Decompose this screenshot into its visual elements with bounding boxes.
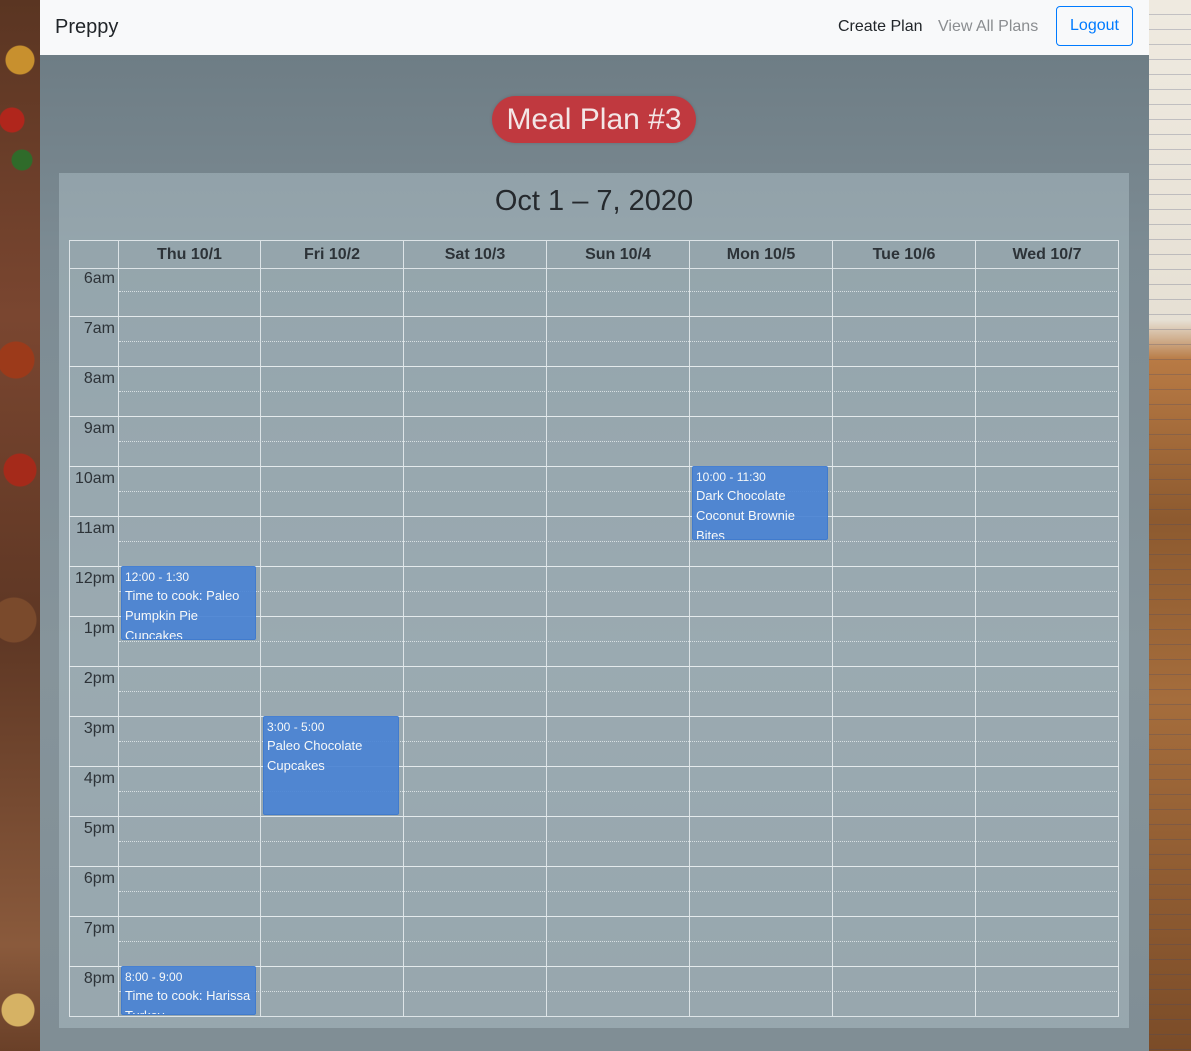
hour-line [69,366,1119,367]
half-hour-line [119,891,1119,892]
calendar-event[interactable]: 10:00 - 11:30 Dark Chocolate Coconut Bro… [692,466,828,540]
time-label-11am: 11am [76,520,115,537]
hour-line [69,866,1119,867]
calendar-range-title: Oct 1 – 7, 2020 [494,185,694,217]
calendar-event[interactable]: 8:00 - 9:00 Time to cook: Harissa Turkey [121,966,256,1015]
calendar-event[interactable]: 12:00 - 1:30 Time to cook: Paleo Pumpkin… [121,566,256,640]
day-header-sat: Sat 10/3 [404,240,547,269]
time-label-7pm: 7pm [83,920,115,937]
time-label-12pm: 12pm [74,570,115,587]
half-hour-line [119,541,1119,542]
nav-create-plan-link[interactable]: Create Plan [838,18,923,36]
brand-logo[interactable]: Preppy [55,16,118,39]
half-hour-line [119,391,1119,392]
half-hour-line [119,991,1119,992]
hour-line [69,516,1119,517]
column-divider [689,269,690,1017]
column-divider [260,269,261,1017]
logout-button[interactable]: Logout [1056,6,1133,46]
day-header-sun: Sun 10/4 [547,240,690,269]
day-header-wed: Wed 10/7 [976,240,1119,269]
time-label-6am: 6am [83,270,115,287]
event-title: Time to cook: Harissa Turkey [125,988,251,1014]
day-header-thu: Thu 10/1 [119,240,261,269]
hour-line [69,666,1119,667]
event-time: 10:00 - 11:30 [696,470,766,484]
event-time: 12:00 - 1:30 [125,570,190,584]
event-time: 8:00 - 9:00 [125,970,183,984]
half-hour-line [119,441,1119,442]
hour-line [69,416,1119,417]
time-label-10am: 10am [74,470,115,487]
half-hour-line [119,341,1119,342]
half-hour-line [119,491,1119,492]
background-food-left [0,0,40,1051]
hour-line [69,316,1119,317]
hour-line [69,466,1119,467]
half-hour-line [119,591,1119,592]
column-divider [975,269,976,1017]
column-divider [118,269,119,1017]
column-divider [546,269,547,1017]
hour-line [69,816,1119,817]
time-label-1pm: 1pm [83,620,115,637]
time-label-8pm: 8pm [83,970,115,987]
half-hour-line [119,941,1119,942]
event-time: 3:00 - 5:00 [267,720,325,734]
day-header-fri: Fri 10/2 [261,240,404,269]
time-label-6pm: 6pm [83,870,115,887]
event-title: Dark Chocolate Coconut Brownie Bites [696,488,795,540]
hour-line [69,716,1119,717]
hour-line [69,766,1119,767]
hour-line [69,916,1119,917]
day-header-tue: Tue 10/6 [833,240,976,269]
time-label-9am: 9am [83,420,115,437]
event-title: Time to cook: Paleo Pumpkin Pie Cupcakes [125,588,240,640]
navbar: Preppy Create Plan View All Plans Logout [40,0,1149,55]
background-notebook-right [1149,0,1191,1051]
nav-view-all-plans-link[interactable]: View All Plans [938,18,1038,36]
time-label-4pm: 4pm [83,770,115,787]
time-label-7am: 7am [83,320,115,337]
calendar-header-corner [69,240,119,269]
half-hour-line [119,291,1119,292]
calendar-event[interactable]: 3:00 - 5:00 Paleo Chocolate Cupcakes [263,716,399,815]
time-label-2pm: 2pm [83,670,115,687]
half-hour-line [119,691,1119,692]
half-hour-line [119,641,1119,642]
time-label-5pm: 5pm [83,820,115,837]
column-divider [403,269,404,1017]
time-label-8am: 8am [83,370,115,387]
day-header-mon: Mon 10/5 [690,240,833,269]
column-divider [832,269,833,1017]
half-hour-line [119,841,1119,842]
time-label-3pm: 3pm [83,720,115,737]
event-title: Paleo Chocolate Cupcakes [267,738,363,773]
plan-title-badge: Meal Plan #3 [492,96,696,143]
